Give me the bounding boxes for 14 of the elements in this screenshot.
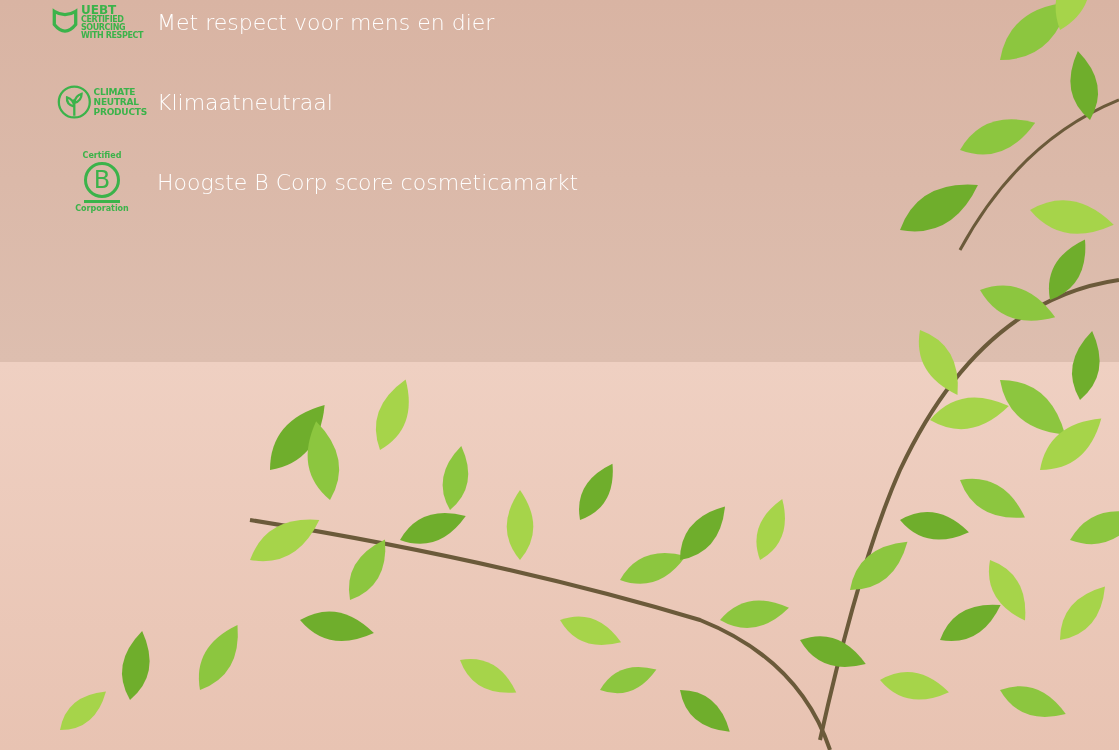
logo-text: Corporation bbox=[75, 204, 129, 213]
logo-text: PRODUCTS bbox=[93, 107, 147, 117]
logo-text: WITH RESPECT bbox=[81, 32, 143, 40]
feature-label: Klimaatneutraal bbox=[157, 88, 333, 117]
logo-text: CERTIFIED bbox=[81, 16, 125, 24]
feature-label: Hoogste B Corp score cosmeticamarkt bbox=[157, 168, 579, 197]
logo-text: SOURCING bbox=[81, 24, 126, 32]
logo-text: NEUTRAL bbox=[93, 97, 140, 107]
logo-text: B bbox=[84, 161, 120, 198]
logo-text: UEBT bbox=[81, 4, 117, 16]
feature-label: Met respect voor mens en dier bbox=[157, 8, 495, 37]
globe-plant-icon bbox=[57, 83, 92, 121]
logo-text: CLIMATE bbox=[93, 87, 137, 97]
logo-text: Certified bbox=[82, 151, 122, 160]
